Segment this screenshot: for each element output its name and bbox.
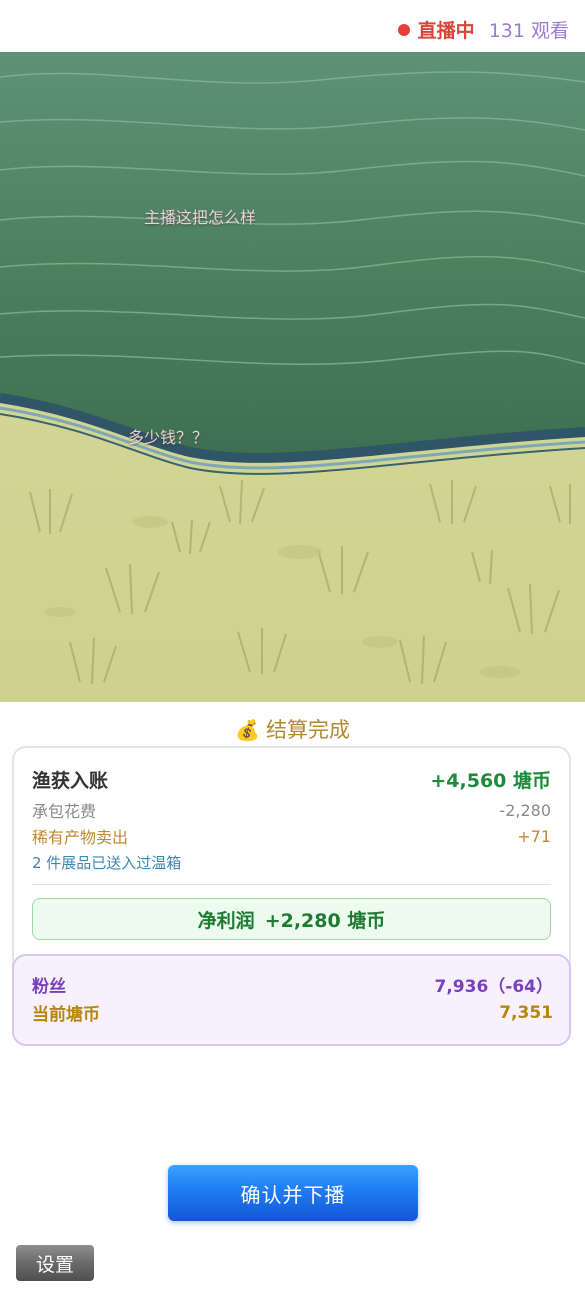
profit-value: +2,280 塘币	[264, 909, 386, 932]
money-bag-icon: 💰	[235, 718, 260, 742]
catch-value: +4,560 塘币	[430, 770, 551, 792]
catch-label: 渔获入账	[32, 770, 109, 792]
catch-income-row: 渔获入账 +4,560 塘币	[32, 766, 551, 793]
contract-fee-row: 承包花费 -2,280	[32, 798, 551, 822]
coins-label: 当前塘币	[32, 1005, 100, 1025]
live-dot-icon	[397, 23, 410, 36]
live-status: 直播中 131 观看	[397, 16, 569, 43]
net-profit-banner: 净利润 +2,280 塘币	[32, 898, 551, 940]
confirm-and-end-stream-button[interactable]: 确认并下播	[168, 1165, 418, 1221]
fans-row: 粉丝 7,936（-64）	[32, 972, 553, 997]
live-label: 直播中	[417, 20, 475, 42]
rare-label: 稀有产物卖出	[32, 828, 129, 847]
coins-value: 7,351	[499, 1002, 553, 1023]
pond-scene: 主播这把怎么样 多少钱？？	[0, 52, 585, 702]
greenhouse-note: 2 件展品已送入过温箱	[32, 854, 182, 872]
danmaku-comment: 多少钱？？	[128, 428, 209, 447]
settlement-title: 💰 结算完成	[235, 718, 350, 742]
rare-sales-row: 稀有产物卖出 +71	[32, 824, 551, 848]
fans-label: 粉丝	[32, 977, 66, 997]
coins-row: 当前塘币 7,351	[32, 1000, 553, 1026]
divider	[32, 884, 551, 885]
greenhouse-note-row: 2 件展品已送入过温箱	[32, 852, 551, 873]
viewer-count: 131 观看	[488, 20, 569, 42]
rare-value: +71	[517, 826, 551, 846]
top-bar: 直播中 131 观看	[0, 0, 585, 52]
danmaku-comment: 主播这把怎么样	[144, 208, 257, 227]
fans-value: 7,936（-64）	[434, 977, 554, 997]
fee-value: -2,280	[499, 800, 551, 820]
pond-illustration	[0, 52, 585, 702]
settlement-card: 渔获入账 +4,560 塘币 承包花费 -2,280 稀有产物卖出 +71 2 …	[12, 746, 571, 1046]
fee-label: 承包花费	[32, 802, 97, 821]
profit-label: 净利润	[197, 909, 255, 932]
fans-coins-box: 粉丝 7,936（-64） 当前塘币 7,351	[12, 954, 571, 1046]
settings-button[interactable]: 设置	[16, 1245, 94, 1281]
